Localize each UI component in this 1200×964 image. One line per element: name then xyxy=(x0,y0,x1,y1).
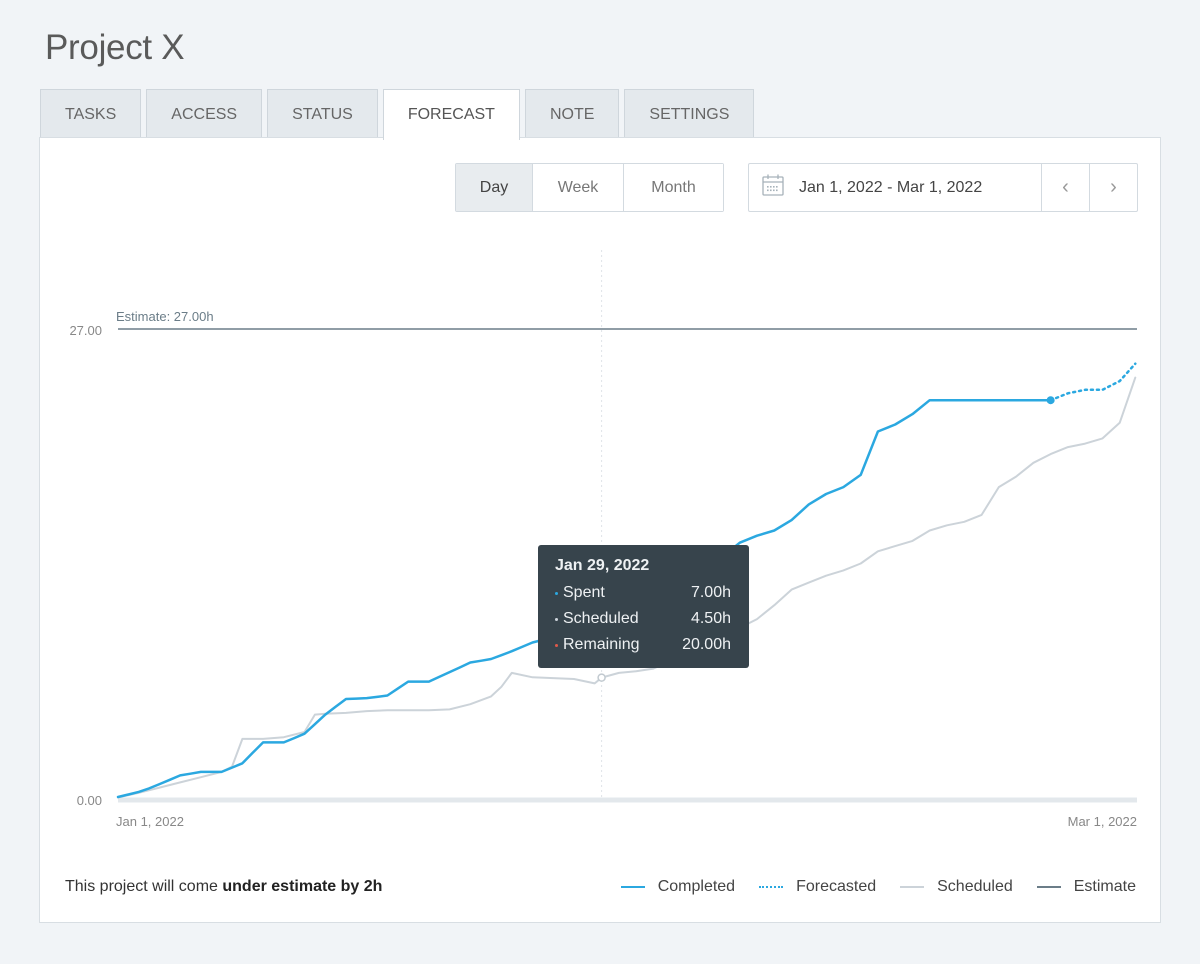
legend-estimate[interactable]: Estimate xyxy=(1036,878,1136,896)
tab-label: NOTE xyxy=(549,105,595,123)
tooltip-row-spent: Spent 7.00h xyxy=(555,580,731,606)
x-tick-label: Jan 1, 2022 xyxy=(116,814,184,829)
tab-status[interactable]: STATUS xyxy=(267,89,378,139)
completed-end-point xyxy=(1046,396,1055,405)
forecast-chart[interactable]: 0.00 27.00 Jan 1, 2022 Mar 1, 2022 Estim… xyxy=(40,138,1162,868)
completed-line-icon xyxy=(620,886,645,888)
summary-prefix: This project will come xyxy=(65,878,223,895)
y-tick-label: 27.00 xyxy=(69,323,102,338)
scheduled-hover-point xyxy=(597,673,606,682)
page: Project X TASKS ACCESS STATUS FORECAST N… xyxy=(0,0,1200,964)
spent-dot-icon xyxy=(555,591,558,595)
tab-label: STATUS xyxy=(292,105,353,123)
tooltip-value: 7.00h xyxy=(690,584,731,601)
tab-access[interactable]: ACCESS xyxy=(146,89,263,139)
tab-settings[interactable]: SETTINGS xyxy=(624,89,755,139)
scheduled-line-icon xyxy=(900,886,925,888)
legend-completed[interactable]: Completed xyxy=(620,878,736,896)
x-tick-label: Mar 1, 2022 xyxy=(1068,814,1137,829)
tab-bar: TASKS ACCESS STATUS FORECAST NOTE SETTIN… xyxy=(40,89,755,140)
forecast-summary: This project will come under estimate by… xyxy=(65,878,382,896)
tooltip-label: Spent xyxy=(563,584,605,601)
forecasted-line-icon xyxy=(759,886,784,888)
tab-label: TASKS xyxy=(65,105,117,123)
series-forecasted-line xyxy=(1049,362,1137,402)
tab-note[interactable]: NOTE xyxy=(524,89,620,139)
tooltip-date: Jan 29, 2022 xyxy=(555,557,650,574)
tooltip-row-remaining: Remaining 20.00h xyxy=(555,632,731,658)
estimate-label: Estimate: 27.00h xyxy=(116,309,214,324)
legend-forecasted[interactable]: Forecasted xyxy=(759,878,876,896)
forecast-panel: Day Week Month Jan 1, 2022 - Mar 1, 2022… xyxy=(39,137,1161,923)
page-title: Project X xyxy=(45,28,185,67)
tab-label: FORECAST xyxy=(407,106,495,123)
tooltip-row-scheduled: Scheduled 4.50h xyxy=(555,606,731,632)
legend-label: Forecasted xyxy=(796,878,877,895)
legend-label: Scheduled xyxy=(937,878,1013,895)
chart-legend: Completed Forecasted Scheduled Estimate xyxy=(597,878,1136,896)
tooltip-label: Remaining xyxy=(563,636,640,653)
estimate-line-icon xyxy=(1036,886,1061,888)
legend-label: Estimate xyxy=(1073,878,1136,895)
summary-emphasis: under estimate by 2h xyxy=(222,878,383,895)
tab-tasks[interactable]: TASKS xyxy=(40,89,142,139)
scheduled-dot-icon xyxy=(555,617,558,621)
tab-forecast[interactable]: FORECAST xyxy=(382,89,520,140)
tooltip-value: 20.00h xyxy=(682,636,731,653)
tooltip-label: Scheduled xyxy=(563,610,639,627)
tooltip-value: 4.50h xyxy=(690,610,731,627)
legend-label: Completed xyxy=(657,878,736,895)
remaining-dot-icon xyxy=(555,643,558,647)
chart-tooltip: Jan 29, 2022 Spent 7.00h Scheduled 4.50h… xyxy=(538,545,749,668)
tab-label: SETTINGS xyxy=(649,105,730,123)
y-tick-label: 0.00 xyxy=(77,793,102,808)
tab-label: ACCESS xyxy=(171,105,238,123)
legend-scheduled[interactable]: Scheduled xyxy=(900,878,1013,896)
